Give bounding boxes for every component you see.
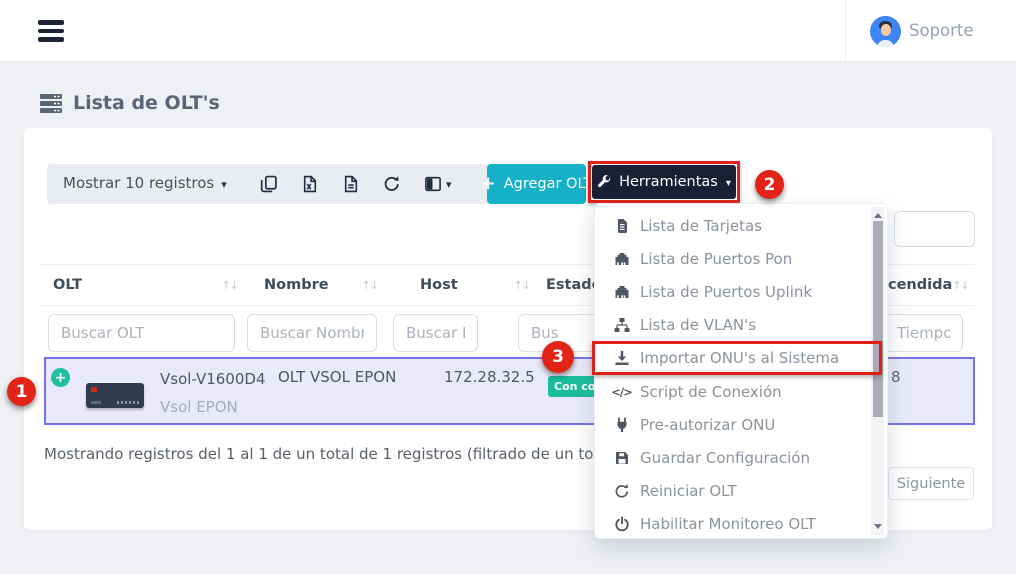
sim-card-icon xyxy=(613,218,630,234)
dropdown-scrollbar[interactable] xyxy=(871,207,884,535)
file-export-icon[interactable] xyxy=(342,175,360,193)
user-menu-label[interactable]: Soporte xyxy=(909,21,974,40)
avatar-body xyxy=(877,40,894,47)
caret-down-icon: ▾ xyxy=(221,178,227,191)
sort-icon: ↑↓ xyxy=(222,279,238,292)
screen: Soporte Lista de OLT's Mostrar 10 regist… xyxy=(0,0,1016,574)
tools-dropdown-menu: Lista de Tarjetas Lista de Puertos Pon L… xyxy=(594,203,888,539)
plug-icon xyxy=(613,417,630,433)
annotation-step-1: 1 xyxy=(7,377,36,406)
download-icon xyxy=(613,350,630,366)
olt-device-image xyxy=(86,383,144,408)
divider xyxy=(845,0,846,62)
table-toolbar: Mostrar 10 registros▾ ▾ xyxy=(47,164,488,204)
menu-item-guardar-configuracion[interactable]: Guardar Configuración xyxy=(595,441,887,474)
annotation-step-3: 3 xyxy=(542,341,574,373)
column-visibility-icon[interactable] xyxy=(424,175,442,193)
annotation-step-2: 2 xyxy=(755,170,784,199)
ethernet-port-icon xyxy=(613,284,630,300)
sort-icon: ↑↓ xyxy=(362,279,378,292)
caret-down-icon[interactable]: ▾ xyxy=(446,178,452,191)
plus-icon: + xyxy=(481,175,496,193)
filter-tiempo-input[interactable] xyxy=(884,314,963,352)
excel-export-icon[interactable] xyxy=(301,175,319,193)
menu-item-lista-de-vlans[interactable]: Lista de VLAN's xyxy=(595,309,887,342)
menu-item-lista-de-puertos-pon[interactable]: Lista de Puertos Pon xyxy=(595,242,887,275)
device-logo xyxy=(91,387,97,392)
server-icon xyxy=(40,94,63,113)
column-header-host[interactable]: Host↑↓ xyxy=(420,275,530,295)
page-title-text: Lista de OLT's xyxy=(73,92,220,114)
global-search-input[interactable] xyxy=(894,211,975,247)
menu-item-lista-de-tarjetas[interactable]: Lista de Tarjetas xyxy=(595,209,887,242)
menu-item-pre-autorizar-onu[interactable]: Pre-autorizar ONU xyxy=(595,408,887,441)
device-led xyxy=(91,401,101,404)
device-vents xyxy=(117,401,139,404)
caret-down-icon: ▾ xyxy=(726,178,731,189)
sort-icon: ↑↓ xyxy=(952,279,968,292)
scrollbar-thumb[interactable] xyxy=(873,221,883,417)
avatar[interactable] xyxy=(870,16,901,47)
menu-item-script-de-conexion[interactable]: </> Script de Conexión xyxy=(595,375,887,408)
show-entries-select[interactable]: Mostrar 10 registros▾ xyxy=(63,174,227,192)
olt-host: 172.28.32.5 xyxy=(444,368,535,386)
wrench-icon xyxy=(597,175,611,189)
sitemap-icon xyxy=(613,317,630,333)
scroll-up-icon[interactable] xyxy=(874,213,882,218)
save-icon xyxy=(613,450,630,466)
filter-olt-input[interactable] xyxy=(48,314,235,352)
ethernet-port-icon xyxy=(613,251,630,267)
pagination-next-button[interactable]: Siguiente xyxy=(888,467,974,500)
refresh-icon[interactable] xyxy=(383,175,401,193)
tiempo-encendida-value: 8 xyxy=(891,368,901,386)
copy-icon[interactable] xyxy=(260,175,278,193)
add-olt-button[interactable]: + Agregar OLT xyxy=(487,164,586,204)
olt-model: Vsol-V1600D4 xyxy=(160,370,265,388)
page-title: Lista de OLT's xyxy=(40,92,220,114)
code-icon: </> xyxy=(613,384,630,400)
filter-nombre-input[interactable] xyxy=(247,314,377,352)
filter-host-input[interactable] xyxy=(393,314,478,352)
olt-type: Vsol EPON xyxy=(160,398,238,416)
power-icon xyxy=(613,516,630,532)
column-header-tiempo-encendida[interactable]: cendida↑↓ xyxy=(888,275,964,295)
scroll-down-icon[interactable] xyxy=(874,524,882,529)
tools-dropdown-button[interactable]: Herramientas ▾ xyxy=(592,165,736,199)
menu-item-importar-onus-al-sistema[interactable]: Importar ONU's al Sistema xyxy=(595,342,887,375)
avatar-face xyxy=(881,24,891,36)
olt-nombre: OLT VSOL EPON xyxy=(278,368,396,386)
refresh-icon xyxy=(613,483,630,499)
menu-item-lista-de-puertos-uplink[interactable]: Lista de Puertos Uplink xyxy=(595,275,887,308)
expand-row-icon[interactable]: + xyxy=(51,368,70,387)
column-header-olt[interactable]: OLT↑↓ xyxy=(53,275,238,295)
sort-icon: ↑↓ xyxy=(514,279,530,292)
menu-toggle-icon[interactable] xyxy=(38,20,64,42)
column-header-nombre[interactable]: Nombre↑↓ xyxy=(264,275,378,295)
menu-item-habilitar-monitoreo-olt[interactable]: Habilitar Monitoreo OLT xyxy=(595,508,887,541)
menu-item-reiniciar-olt[interactable]: Reiniciar OLT xyxy=(595,475,887,508)
top-navbar: Soporte xyxy=(0,0,1016,62)
table-info-text: Mostrando registros del 1 al 1 de un tot… xyxy=(44,445,680,463)
